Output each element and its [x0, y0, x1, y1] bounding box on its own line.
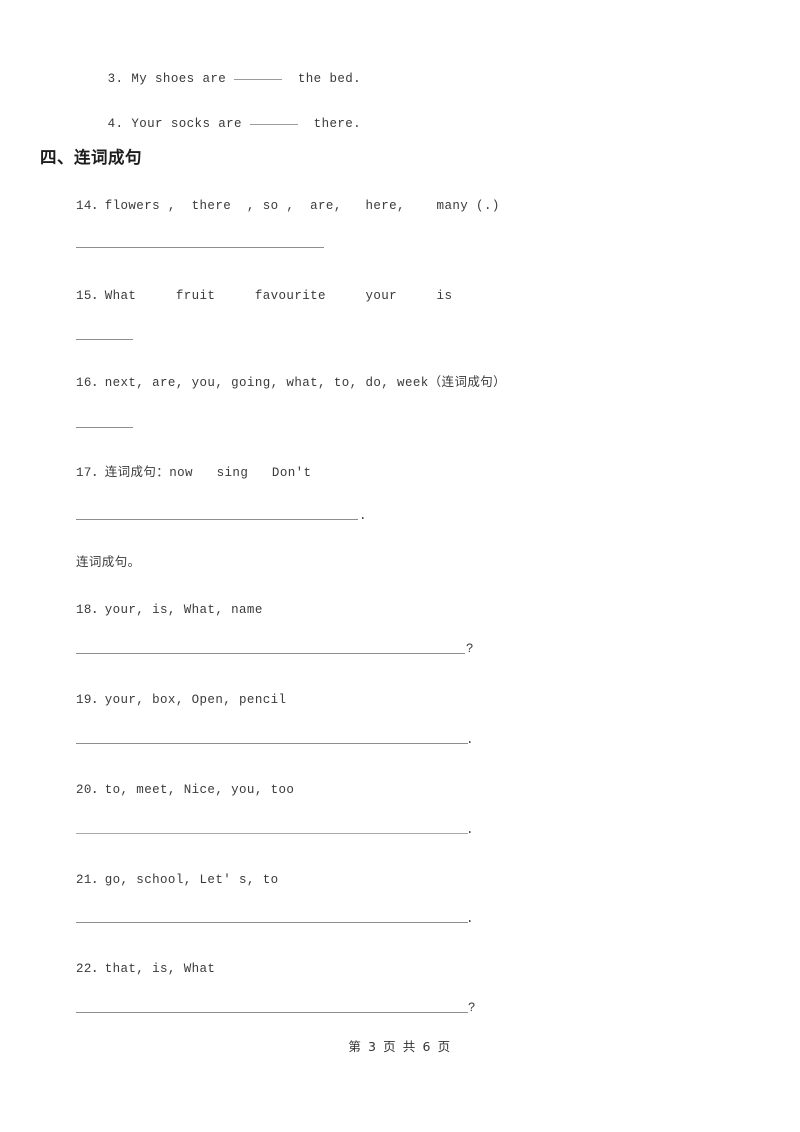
answer-line-18[interactable]	[76, 653, 465, 654]
carryover-item-3: 3. My shoes are the bed.	[76, 58, 361, 100]
question-22: 22．that, is, What	[76, 962, 216, 976]
page-footer: 第 3 页 共 6 页	[348, 1039, 452, 1054]
section-heading: 四、连词成句	[40, 148, 142, 167]
question-14: 14．flowers , there , so , are, here, man…	[76, 199, 500, 213]
answer-line-19-punctuation: .	[466, 733, 474, 747]
question-21: 21．go, school, Let' s, to	[76, 873, 279, 887]
carryover-item-3-number: 3.	[107, 72, 124, 86]
answer-line-14[interactable]	[76, 247, 324, 248]
carryover-item-3-blank	[234, 79, 283, 80]
carryover-item-3-text-after: the bed.	[297, 72, 362, 86]
carryover-item-4-blank	[249, 124, 298, 125]
question-15: 15．What fruit favourite your is	[76, 289, 453, 303]
carryover-item-4-number: 4.	[107, 117, 124, 131]
answer-line-15[interactable]	[76, 339, 133, 340]
answer-line-16[interactable]	[76, 427, 133, 428]
question-16: 16．next, are, you, going, what, to, do, …	[76, 376, 507, 390]
carryover-item-3-text-before: My shoes are	[131, 72, 227, 86]
answer-line-19[interactable]	[76, 743, 468, 744]
answer-line-22[interactable]	[76, 1012, 468, 1013]
question-18: 18．your, is, What, name	[76, 603, 263, 617]
answer-line-21-punctuation: .	[466, 912, 474, 926]
carryover-item-4-text-after: there.	[313, 117, 362, 131]
answer-line-18-punctuation: ?	[466, 642, 474, 656]
answer-line-20[interactable]	[76, 833, 468, 834]
instruction-note: 连词成句。	[76, 554, 141, 569]
question-19: 19．your, box, Open, pencil	[76, 693, 287, 707]
question-17: 17．连词成句：now sing Don't	[76, 466, 312, 480]
worksheet-page: 3. My shoes are the bed. 4. Your socks a…	[0, 0, 800, 1132]
carryover-item-4-text-before: Your socks are	[131, 117, 242, 131]
answer-line-17-punctuation: .	[359, 509, 367, 523]
answer-line-21[interactable]	[76, 922, 468, 923]
answer-line-22-punctuation: ?	[468, 1001, 476, 1015]
answer-line-17[interactable]	[76, 519, 358, 520]
question-20: 20．to, meet, Nice, you, too	[76, 783, 295, 797]
carryover-item-4: 4. Your socks are there.	[76, 103, 361, 145]
answer-line-20-punctuation: .	[466, 823, 474, 837]
